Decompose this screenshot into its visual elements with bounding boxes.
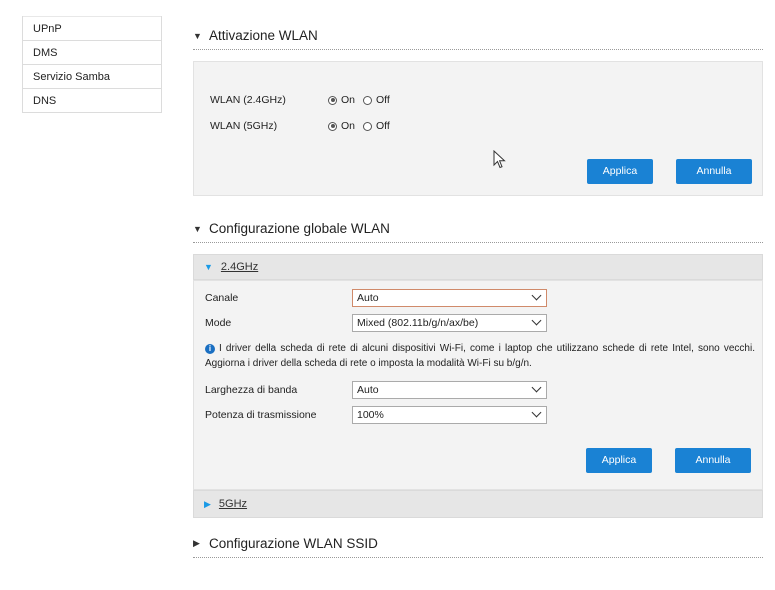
larghezza-label: Larghezza di banda: [205, 384, 298, 396]
radio-label: On: [341, 94, 356, 106]
radio-checked-icon: [328, 121, 337, 131]
radio-label: On: [341, 120, 356, 132]
select-value: Auto: [357, 292, 379, 304]
collapse-arrow-icon: ▼: [193, 223, 202, 234]
canale-label: Canale: [205, 292, 239, 304]
select-value: Mixed (802.11b/g/n/ax/be): [357, 317, 479, 329]
mode-label: Mode: [205, 317, 232, 329]
potenza-label: Potenza di trasmissione: [205, 409, 317, 421]
info-icon: i: [205, 344, 215, 354]
select-value: 100%: [357, 409, 384, 421]
radio-label: Off: [376, 120, 390, 132]
cancel-button[interactable]: Annulla: [676, 159, 752, 184]
wlan-24-row: WLAN (2.4GHz) On Off: [210, 94, 398, 106]
sidebar-item-dns[interactable]: DNS: [23, 88, 161, 112]
section-title: Configurazione globale WLAN: [209, 221, 390, 236]
band-5-header[interactable]: ▶ 5GHz: [193, 490, 763, 518]
canale-select[interactable]: Auto: [352, 289, 547, 307]
wlan-5-row: WLAN (5GHz) On Off: [210, 120, 398, 132]
wlan-5-off-radio[interactable]: Off: [363, 120, 390, 132]
global-config-header[interactable]: ▼ Configurazione globale WLAN: [193, 215, 763, 243]
radio-unchecked-icon: [363, 95, 373, 105]
bandwidth-select[interactable]: Auto: [352, 381, 547, 399]
mode-select[interactable]: Mixed (802.11b/g/n/ax/be): [352, 314, 547, 332]
cancel-button[interactable]: Annulla: [675, 448, 751, 473]
driver-note: iI driver della scheda di rete di alcuni…: [205, 341, 755, 371]
radio-unchecked-icon: [363, 121, 373, 131]
sidebar: UPnP DMS Servizio Samba DNS: [22, 16, 162, 113]
mouse-cursor-icon: [493, 150, 506, 169]
sidebar-item-dms[interactable]: DMS: [23, 40, 161, 64]
wlan-24-off-radio[interactable]: Off: [363, 94, 390, 106]
note-text: I driver della scheda di rete di alcuni …: [205, 343, 755, 369]
band-5-link[interactable]: 5GHz: [219, 498, 247, 510]
wlan-24-label: WLAN (2.4GHz): [210, 94, 286, 106]
wlan-activation-panel: WLAN (2.4GHz) On Off WLAN (5GHz) On Off …: [193, 61, 763, 196]
collapsed-triangle-icon: ▶: [204, 498, 211, 509]
chevron-down-icon: [531, 382, 542, 393]
apply-button[interactable]: Applica: [586, 448, 652, 473]
apply-button[interactable]: Applica: [587, 159, 653, 184]
wlan-5-label: WLAN (5GHz): [210, 120, 278, 132]
chevron-down-icon: [531, 290, 542, 301]
sidebar-item-upnp[interactable]: UPnP: [23, 16, 161, 40]
collapse-arrow-icon: ▼: [193, 30, 202, 41]
wlan-5-on-radio[interactable]: On: [328, 120, 355, 132]
select-value: Auto: [357, 384, 379, 396]
wlan-24-on-radio[interactable]: On: [328, 94, 355, 106]
section-title: Attivazione WLAN: [209, 28, 318, 43]
tx-power-select[interactable]: 100%: [352, 406, 547, 424]
band-24-header[interactable]: ▼ 2.4GHz: [193, 254, 763, 280]
radio-checked-icon: [328, 95, 337, 105]
sidebar-item-samba[interactable]: Servizio Samba: [23, 64, 161, 88]
wlan-activation-header[interactable]: ▼ Attivazione WLAN: [193, 22, 763, 50]
ssid-config-header[interactable]: ▶ Configurazione WLAN SSID: [193, 530, 763, 558]
chevron-down-icon: [531, 315, 542, 326]
expanded-triangle-icon: ▼: [204, 262, 213, 272]
section-title: Configurazione WLAN SSID: [209, 536, 378, 551]
chevron-down-icon: [531, 407, 542, 418]
expand-arrow-icon: ▶: [193, 538, 200, 548]
band-24-link[interactable]: 2.4GHz: [221, 261, 258, 273]
radio-label: Off: [376, 94, 390, 106]
